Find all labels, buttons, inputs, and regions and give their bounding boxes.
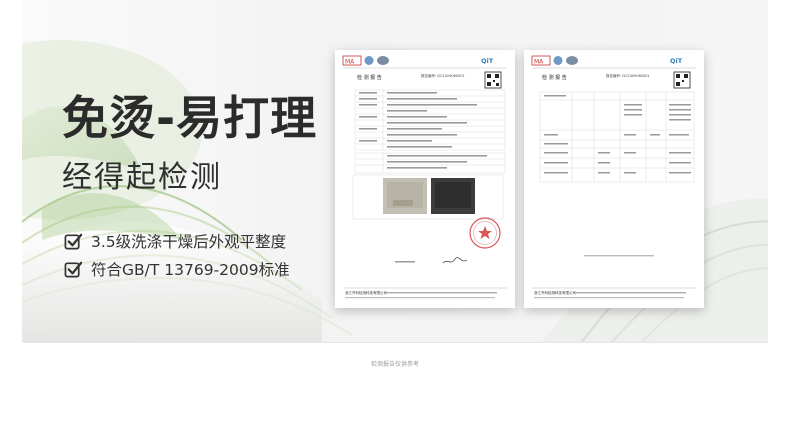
feature-item: 3.5级洗涤干燥后外观平整度 bbox=[64, 230, 286, 252]
report-footer: 浙江齐科检测科技有限公司 bbox=[534, 290, 576, 295]
test-report-page-2: MA QiT 检 测 报 告 报告编号: DC2409060001 浙江齐科检测… bbox=[524, 50, 704, 308]
report-footer: 浙江齐科检测科技有限公司 bbox=[345, 290, 387, 295]
test-report-page-1: MA QiT 检 测 报 告 报告编号: DC2409060001 浙江齐科检测… bbox=[335, 50, 515, 308]
report-number: 报告编号: DC2409060001 bbox=[606, 73, 650, 78]
feature-item: 符合GB/T 13769-2009标准 bbox=[64, 258, 290, 280]
svg-text:MA: MA bbox=[345, 59, 355, 66]
report-number: 报告编号: DC2409060001 bbox=[421, 73, 465, 78]
feature-label: 符合GB/T 13769-2009标准 bbox=[91, 261, 290, 279]
report-content: MA QiT 检 测 报 告 报告编号: DC2409060001 浙江齐科检测… bbox=[531, 55, 696, 299]
report-logo: QiT bbox=[670, 57, 683, 65]
report-content: MA QiT 检 测 报 告 报告编号: DC2409060001 浙江齐科检测… bbox=[342, 55, 507, 299]
report-logo: QiT bbox=[481, 57, 494, 65]
report-heading: 检 测 报 告 bbox=[542, 74, 567, 81]
page-title: 免烫-易打理 bbox=[62, 91, 318, 145]
check-icon bbox=[64, 233, 83, 249]
svg-text:MA: MA bbox=[534, 59, 544, 66]
check-icon bbox=[64, 261, 83, 277]
divider bbox=[22, 342, 768, 343]
page-subtitle: 经得起检测 bbox=[62, 160, 222, 195]
feature-label: 3.5级洗涤干燥后外观平整度 bbox=[91, 233, 287, 251]
caption: 检测报告仅供参考 bbox=[370, 361, 419, 368]
report-heading: 检 测 报 告 bbox=[357, 74, 382, 81]
